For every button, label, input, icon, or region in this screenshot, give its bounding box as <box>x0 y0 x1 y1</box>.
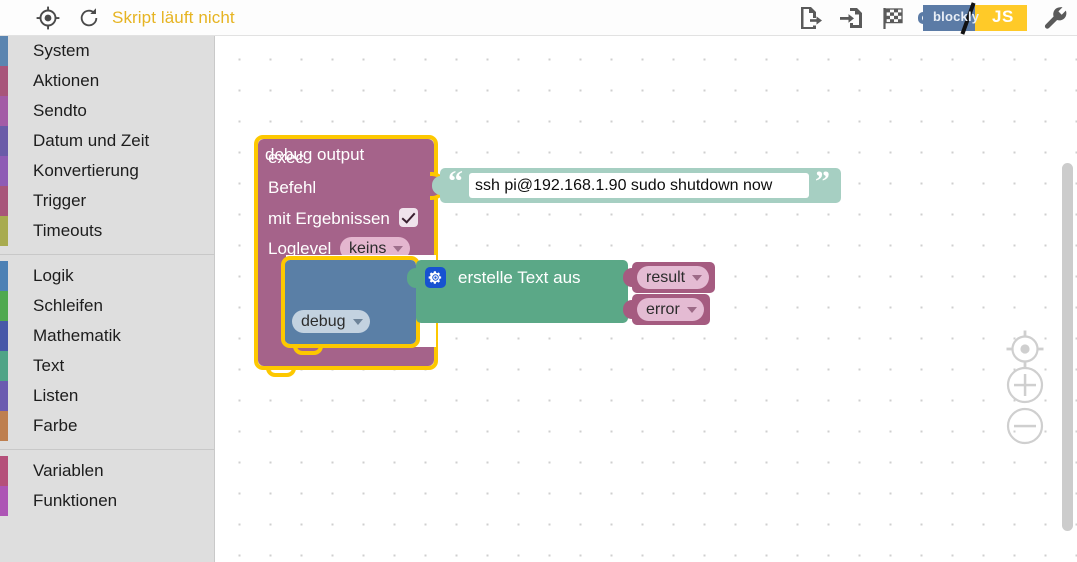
category-color-swatch <box>0 156 8 186</box>
blockly-workspace[interactable]: exec Befehl mit Ergebnissen Loglevel kei… <box>215 36 1077 562</box>
zoom-out-icon[interactable] <box>1001 402 1049 450</box>
exec-results-label: mit Ergebnissen <box>268 209 390 228</box>
toolbox-category-mathematik[interactable]: Mathematik <box>0 321 214 351</box>
toolbar-left-group: Skript läuft nicht <box>0 0 235 36</box>
toolbox-category-aktionen[interactable]: Aktionen <box>0 66 214 96</box>
toolbox-category-label: Aktionen <box>33 71 100 90</box>
category-color-swatch <box>0 126 8 156</box>
category-color-swatch <box>0 186 8 216</box>
variable-block-result[interactable]: result <box>623 262 715 293</box>
toolbox-group-adapter: System Aktionen Sendto Datum und Zeit Ko… <box>0 36 214 246</box>
category-color-swatch <box>0 291 8 321</box>
debug-top-notch <box>297 260 319 267</box>
inner-bottom-notch-highlight <box>293 344 323 355</box>
category-color-swatch <box>0 381 8 411</box>
language-toggle[interactable]: blockly JS <box>918 2 1027 35</box>
debug-output-label: debug output <box>265 145 365 164</box>
text-value-input[interactable]: ssh pi@192.168.1.90 sudo shutdown now <box>469 173 809 198</box>
variable-output-tab <box>623 300 634 319</box>
debug-level-dropdown[interactable]: debug <box>292 310 370 333</box>
open-quote-glyph: “ <box>448 165 463 198</box>
category-color-swatch <box>0 216 8 246</box>
chevron-down-icon <box>692 274 703 281</box>
variable-result-dropdown[interactable]: result <box>637 266 710 289</box>
toolbox-category-sendto[interactable]: Sendto <box>0 96 214 126</box>
category-color-swatch <box>0 486 8 516</box>
category-color-swatch <box>0 321 8 351</box>
toolbox-category-timeouts[interactable]: Timeouts <box>0 216 214 246</box>
toolbox-category-label: Variablen <box>33 461 104 480</box>
close-quote-glyph: ” <box>815 165 830 198</box>
variable-block-error[interactable]: error <box>623 294 710 325</box>
toolbox-category-logik[interactable]: Logik <box>0 261 214 291</box>
toolbox-category-text[interactable]: Text <box>0 351 214 381</box>
toolbox-category-label: Sendto <box>33 101 87 120</box>
toolbox-sidebar: System Aktionen Sendto Datum und Zeit Ko… <box>0 36 215 562</box>
chevron-down-icon <box>686 306 697 313</box>
toggle-js-label: JS <box>992 7 1014 26</box>
toolbox-category-datum-und-zeit[interactable]: Datum und Zeit <box>0 126 214 156</box>
toolbox-category-trigger[interactable]: Trigger <box>0 186 214 216</box>
toolbox-category-label: System <box>33 41 90 60</box>
exec-command-label: Befehl <box>268 178 317 197</box>
debug-level-value: debug <box>301 312 346 330</box>
script-status-text: Skript läuft nicht <box>112 8 235 27</box>
category-color-swatch <box>0 261 8 291</box>
toolbox-category-label: Text <box>33 356 65 375</box>
text-join-label: erstelle Text aus <box>458 268 581 287</box>
toolbox-category-label: Funktionen <box>33 491 118 510</box>
toolbox-category-konvertierung[interactable]: Konvertierung <box>0 156 214 186</box>
wrench-icon[interactable] <box>1043 5 1069 31</box>
category-color-swatch <box>0 456 8 486</box>
variable-error-name: error <box>646 300 680 318</box>
import-blocks-icon[interactable] <box>839 5 865 31</box>
chevron-down-icon <box>393 245 404 252</box>
toolbox-category-label: Datum und Zeit <box>33 131 150 150</box>
category-color-swatch <box>0 66 8 96</box>
toolbox-separator <box>0 254 214 255</box>
category-color-swatch <box>0 351 8 381</box>
category-color-swatch <box>0 96 8 126</box>
toolbox-separator <box>0 449 214 450</box>
toolbox-category-label: Konvertierung <box>33 161 139 180</box>
vertical-scrollbar[interactable] <box>1062 163 1073 531</box>
toolbox-group-vars: Variablen Funktionen <box>0 456 214 516</box>
reload-icon[interactable] <box>78 7 100 29</box>
toolbox-category-label: Logik <box>33 266 74 285</box>
toolbox-category-listen[interactable]: Listen <box>0 381 214 411</box>
checkered-flag-icon[interactable] <box>881 5 907 31</box>
toolbox-category-variablen[interactable]: Variablen <box>0 456 214 486</box>
toolbox-category-farbe[interactable]: Farbe <box>0 411 214 441</box>
blockly-editor: Skript läuft nicht blockly JS System Akt… <box>0 0 1077 562</box>
toolbar-right-group: blockly JS <box>797 0 1069 36</box>
toolbox-category-label: Mathematik <box>33 326 121 345</box>
join-output-tab <box>407 268 418 288</box>
toolbox-category-label: Timeouts <box>33 221 103 240</box>
text-string-block[interactable]: “ ssh pi@192.168.1.90 sudo shutdown now … <box>432 165 841 203</box>
category-color-swatch <box>0 411 8 441</box>
selection-highlight-bottom-notch <box>266 366 296 377</box>
toolbox-category-label: Trigger <box>33 191 87 210</box>
category-color-swatch <box>0 36 8 66</box>
toolbox-category-funktionen[interactable]: Funktionen <box>0 486 214 516</box>
record-target-icon[interactable] <box>36 6 60 30</box>
toolbox-category-schleifen[interactable]: Schleifen <box>0 291 214 321</box>
variable-result-name: result <box>646 268 686 286</box>
toolbox-category-system[interactable]: System <box>0 36 214 66</box>
text-output-tab <box>432 176 442 195</box>
variable-output-tab <box>623 268 634 287</box>
toolbox-category-label: Farbe <box>33 416 78 435</box>
exec-results-checkbox[interactable] <box>399 208 418 227</box>
toggle-blockly-label: blockly <box>933 9 980 24</box>
export-blocks-icon[interactable] <box>797 5 823 31</box>
variable-error-dropdown[interactable]: error <box>637 298 704 321</box>
toolbox-category-label: Listen <box>33 386 79 405</box>
text-join-block[interactable]: erstelle Text aus <box>407 260 628 323</box>
gear-icon[interactable] <box>425 267 446 288</box>
chevron-down-icon <box>352 318 363 325</box>
toolbox-group-core: Logik Schleifen Mathematik Text Listen F… <box>0 261 214 441</box>
toolbox-category-label: Schleifen <box>33 296 103 315</box>
top-toolbar: Skript läuft nicht blockly JS <box>0 0 1077 36</box>
